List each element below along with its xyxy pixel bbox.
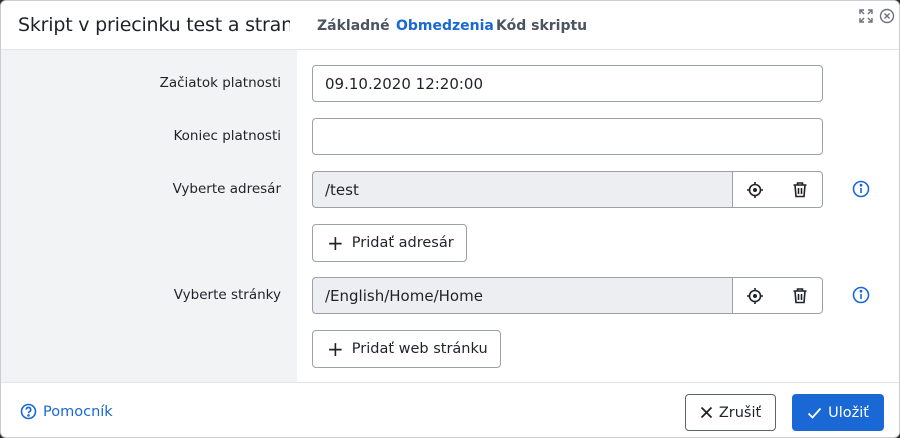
crosshair-icon: [747, 181, 763, 198]
question-circle-icon: [20, 403, 37, 420]
close-icon[interactable]: [879, 8, 895, 24]
pages-label: Vyberte stránky: [173, 287, 281, 303]
tab-basic[interactable]: Základné: [317, 18, 390, 34]
delete-page-button[interactable]: [777, 277, 823, 314]
select-page-button[interactable]: [732, 277, 778, 314]
dialog-footer: Pomocník Zrušiť Uložiť: [1, 382, 899, 437]
help-label: Pomocník: [43, 403, 113, 420]
crosshair-icon: [747, 287, 763, 304]
close-icon: [700, 406, 713, 419]
end-date-label: Koniec platnosti: [173, 128, 281, 144]
start-date-input[interactable]: 09.10.2020 12:20:00: [312, 65, 823, 102]
delete-directory-button[interactable]: [777, 171, 823, 208]
edit-script-dialog: Skript v priecinku test a stran... Zákla…: [0, 0, 900, 438]
help-link[interactable]: Pomocník: [20, 403, 113, 420]
save-button[interactable]: Uložiť: [792, 394, 884, 431]
cancel-button[interactable]: Zrušiť: [685, 394, 776, 431]
end-date-input[interactable]: [312, 118, 823, 155]
start-date-label: Začiatok platnosti: [159, 75, 281, 91]
pages-input[interactable]: /English/Home/Home: [312, 277, 733, 314]
add-directory-label: Pridať adresár: [351, 235, 454, 251]
tab-restrictions[interactable]: Obmedzenia: [396, 18, 494, 34]
directory-label: Vyberte adresár: [172, 181, 281, 197]
plus-icon: +: [327, 337, 344, 361]
add-page-label: Pridať web stránku: [351, 341, 488, 357]
add-page-button[interactable]: + Pridať web stránku: [312, 330, 501, 368]
cancel-label: Zrušiť: [718, 404, 762, 421]
dialog-header: Skript v priecinku test a stran... Zákla…: [1, 1, 899, 50]
maximize-icon[interactable]: [858, 8, 874, 24]
plus-icon: +: [327, 231, 344, 255]
tab-script-code[interactable]: Kód skriptu: [496, 18, 587, 34]
trash-icon: [793, 288, 806, 304]
dialog-title: Skript v priecinku test a stran...: [18, 14, 290, 36]
select-directory-button[interactable]: [732, 171, 778, 208]
directory-info-icon[interactable]: [852, 180, 870, 198]
check-icon: [807, 407, 822, 419]
save-label: Uložiť: [828, 404, 869, 421]
pages-info-icon[interactable]: [852, 286, 870, 304]
add-directory-button[interactable]: + Pridať adresár: [312, 224, 467, 262]
directory-input[interactable]: /test: [312, 171, 733, 208]
trash-icon: [793, 182, 806, 198]
